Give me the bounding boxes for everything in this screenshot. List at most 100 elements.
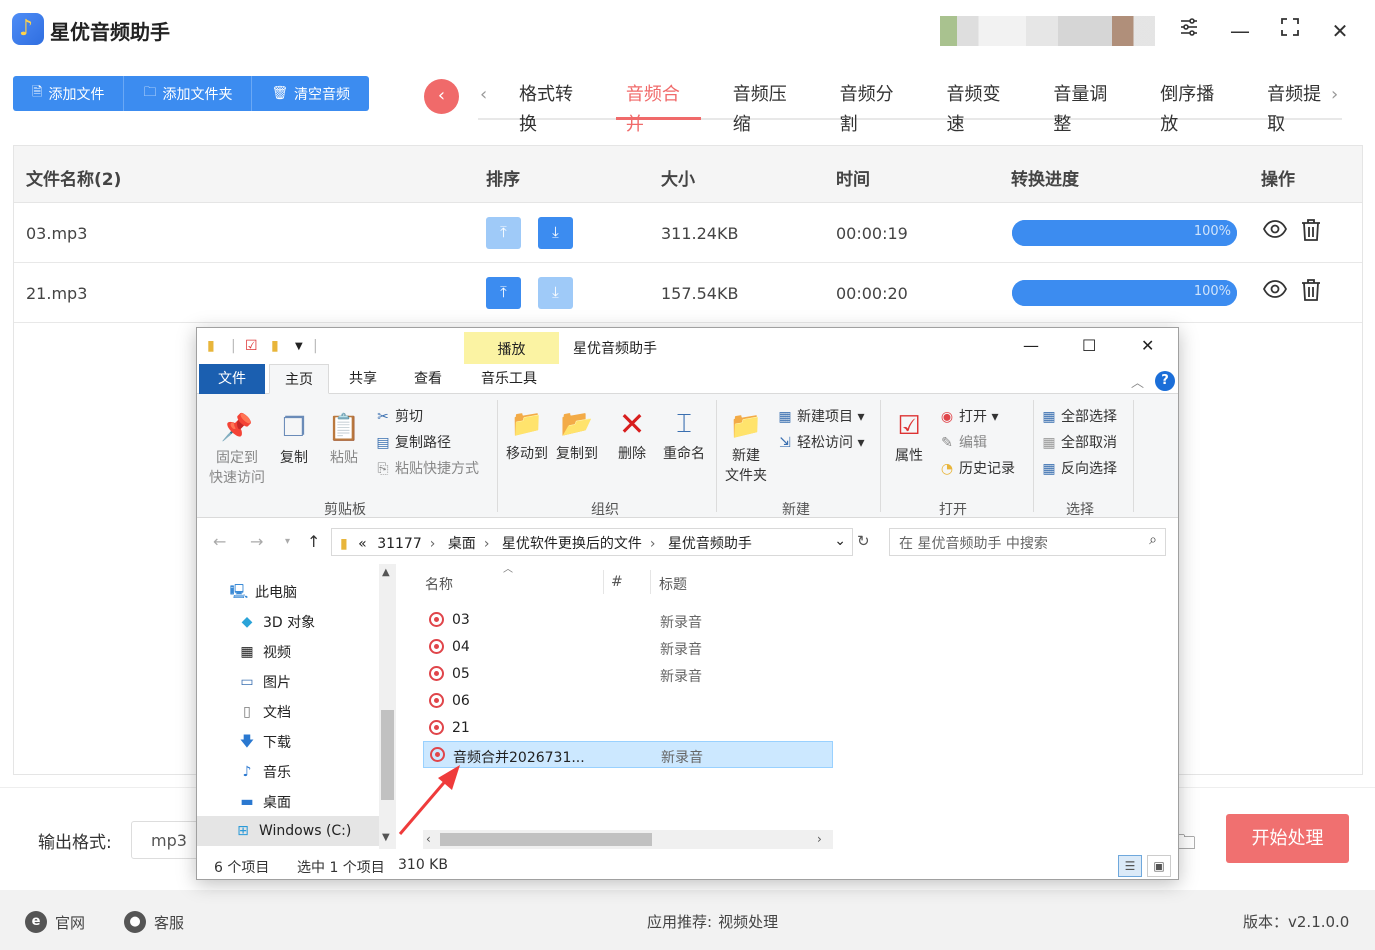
properties-button[interactable]: ☑ 属性 <box>885 406 933 466</box>
new-folder-button[interactable]: 📁 新建 文件夹 <box>721 406 771 486</box>
properties-check-icon[interactable]: ☑ <box>245 338 258 354</box>
tab-audio-compress[interactable]: 音频压缩 <box>723 80 808 135</box>
pin-quick-access-button[interactable]: 📌 固定到 快速访问 <box>205 408 269 488</box>
col-header-title[interactable]: 标题 <box>659 574 687 594</box>
open-button[interactable]: ◉ 打开 ▾ <box>937 406 999 426</box>
back-button[interactable]: ‹ <box>424 79 459 114</box>
tab-format-convert[interactable]: 格式转换 <box>509 80 594 135</box>
quick-access-dropdown-icon[interactable]: ▼ <box>295 341 303 352</box>
user-avatar[interactable] <box>940 16 1155 46</box>
nav-item-desktop[interactable]: ▬ 桌面 <box>237 792 291 812</box>
nav-item-videos[interactable]: ▦ 视频 <box>237 642 291 662</box>
table-row[interactable]: 03.mp3 ⤒ ⤓ 311.24KB 00:00:19 100% <box>14 203 1362 263</box>
preview-eye-icon[interactable] <box>1262 278 1288 306</box>
paste-button[interactable]: 📋 粘贴 <box>323 408 365 468</box>
tab-view[interactable]: 查看 <box>399 364 457 394</box>
preview-eye-icon[interactable] <box>1262 218 1288 246</box>
recent-dropdown-icon[interactable]: ▾ <box>285 536 290 547</box>
move-down-button[interactable]: ⤓ <box>538 217 573 249</box>
nav-item-downloads[interactable]: 🡇 下载 <box>237 732 291 752</box>
scroll-right-icon[interactable]: › <box>817 832 822 846</box>
maximize-icon[interactable] <box>1275 16 1305 46</box>
play-context-tab[interactable]: 播放 <box>464 332 559 364</box>
col-header-number[interactable]: # <box>611 574 623 590</box>
minimize-icon[interactable]: — <box>1023 336 1039 355</box>
minimize-icon[interactable]: — <box>1225 16 1255 46</box>
move-up-button[interactable]: ⤒ <box>486 217 521 249</box>
invert-selection-button[interactable]: ▦ 反向选择 <box>1039 458 1117 478</box>
table-row[interactable]: 21.mp3 ⤒ ⤓ 157.54KB 00:00:20 100% <box>14 263 1362 323</box>
details-view-icon[interactable]: ☰ <box>1118 855 1142 877</box>
select-none-button[interactable]: ▦ 全部取消 <box>1039 432 1117 452</box>
scroll-up-icon[interactable]: ▲ <box>382 567 390 578</box>
nav-item-documents[interactable]: ▯ 文档 <box>237 702 291 722</box>
nav-item-windows-c[interactable]: ⊞ Windows (C:) <box>197 816 379 846</box>
nav-item-this-pc[interactable]: 🖳 此电脑 <box>229 582 297 602</box>
delete-button[interactable]: ✕ 删除 <box>612 404 652 464</box>
list-item[interactable]: 21 <box>423 715 833 742</box>
nav-item-pictures[interactable]: ▭ 图片 <box>237 672 291 692</box>
help-icon[interactable]: ? <box>1155 371 1175 391</box>
col-header-name[interactable]: 名称 <box>425 574 453 594</box>
tab-audio-speed[interactable]: 音频变速 <box>937 80 1022 135</box>
tab-music-tools[interactable]: 音乐工具 <box>466 364 552 394</box>
nav-item-3d-objects[interactable]: ◆ 3D 对象 <box>237 612 316 632</box>
address-dropdown-icon[interactable]: ⌄ <box>834 533 846 549</box>
list-item[interactable]: 06 <box>423 688 833 715</box>
tab-share[interactable]: 共享 <box>334 364 392 394</box>
tab-volume-adjust[interactable]: 音量调整 <box>1043 80 1128 135</box>
list-item-selected[interactable]: 音频合并2026731... 新录音 <box>423 741 833 768</box>
list-item[interactable]: 03 新录音 <box>423 607 833 634</box>
close-icon[interactable]: ✕ <box>1141 336 1154 355</box>
scroll-thumb[interactable] <box>440 833 652 846</box>
tab-home[interactable]: 主页 <box>269 364 329 394</box>
move-up-button[interactable]: ⤒ <box>486 277 521 309</box>
output-folder-icon[interactable]: 🗀 <box>1176 828 1196 862</box>
new-item-button[interactable]: ▦ 新建项目 ▾ <box>775 406 864 426</box>
recommend-video-link[interactable]: 视频处理 <box>718 911 778 932</box>
refresh-icon[interactable]: ↻ <box>857 532 870 550</box>
forward-arrow-icon[interactable]: → <box>250 532 263 551</box>
large-icons-view-icon[interactable]: ▣ <box>1147 855 1171 877</box>
tab-audio-merge[interactable]: 音频合并 <box>615 80 701 135</box>
breadcrumb-item[interactable]: 桌面 <box>448 536 476 552</box>
tab-audio-extract[interactable]: 音频提取 <box>1257 80 1342 135</box>
history-button[interactable]: ◔ 历史记录 <box>937 458 1015 478</box>
new-folder-quick-icon[interactable]: ▮ <box>271 338 279 354</box>
start-button[interactable]: 开始处理 <box>1226 814 1349 863</box>
settings-icon[interactable] <box>1174 16 1204 46</box>
move-down-button[interactable]: ⤓ <box>538 277 573 309</box>
rename-button[interactable]: ⌶ 重命名 <box>659 404 709 464</box>
scroll-down-icon[interactable]: ▼ <box>382 832 390 843</box>
file-list-hscrollbar[interactable]: ‹ › <box>423 830 833 849</box>
edit-button[interactable]: ✎ 编辑 <box>937 432 987 452</box>
delete-trash-icon[interactable] <box>1300 218 1322 248</box>
tab-reverse-play[interactable]: 倒序播放 <box>1150 80 1235 135</box>
add-file-button[interactable]: 🗎 添加文件 <box>13 76 125 111</box>
tab-audio-split[interactable]: 音频分割 <box>830 80 915 135</box>
close-icon[interactable]: ✕ <box>1325 16 1355 46</box>
list-item[interactable]: 05 新录音 <box>423 661 833 688</box>
select-all-button[interactable]: ▦ 全部选择 <box>1039 406 1117 426</box>
up-arrow-icon[interactable]: ↑ <box>307 532 320 551</box>
cut-button[interactable]: ✂ 剪切 <box>373 406 423 426</box>
website-link[interactable]: e 官网 <box>25 911 85 933</box>
move-to-button[interactable]: 📁 移动到 <box>502 404 552 464</box>
maximize-icon[interactable]: ☐ <box>1082 336 1096 355</box>
copy-path-button[interactable]: ▤ 复制路径 <box>373 432 451 452</box>
copy-button[interactable]: ❐ 复制 <box>273 408 315 468</box>
delete-trash-icon[interactable] <box>1300 278 1322 308</box>
tab-file[interactable]: 文件 <box>199 364 265 394</box>
copy-to-button[interactable]: 📂 复制到 <box>552 404 602 464</box>
add-folder-button[interactable]: 🗀 添加文件夹 <box>124 76 253 111</box>
easy-access-button[interactable]: ⇲ 轻松访问 ▾ <box>775 432 864 452</box>
address-bar[interactable]: ▮ « 31177 › 桌面 › 星优软件更换后的文件 › 星优音频助手 ⌄ <box>331 528 853 556</box>
breadcrumb-item[interactable]: 星优音频助手 <box>668 536 752 552</box>
clear-button[interactable]: 🗑 清空音频 <box>252 76 369 111</box>
service-link[interactable]: ● 客服 <box>124 911 184 933</box>
search-input[interactable]: 在 星优音频助手 中搜索 ⌕ <box>889 528 1166 556</box>
paste-shortcut-button[interactable]: ⎘ 粘贴快捷方式 <box>373 458 479 478</box>
tabs-right-arrow-icon[interactable]: › <box>1331 84 1338 105</box>
nav-item-music[interactable]: ♪ 音乐 <box>237 762 291 782</box>
back-arrow-icon[interactable]: ← <box>213 532 226 551</box>
